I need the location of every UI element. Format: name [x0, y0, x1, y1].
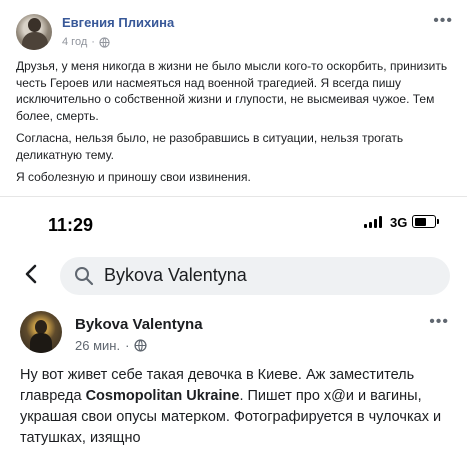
post-meta: 4 год ·: [62, 36, 110, 48]
post-paragraph: Согласна, нельзя было, не разобравшись в…: [16, 131, 404, 162]
signal-icon: [364, 216, 383, 228]
search-icon: [75, 267, 94, 286]
back-arrow-icon[interactable]: [22, 263, 40, 285]
author-name[interactable]: Bykova Valentyna: [75, 316, 203, 333]
post-body: Друзья, у меня никогда в жизни не было м…: [16, 58, 456, 192]
dot-separator: ·: [91, 36, 95, 48]
globe-icon: [99, 36, 110, 48]
post-time[interactable]: 26 мин.: [75, 338, 120, 353]
apology-post: Евгения Плихина 4 год · ••• Друзья, у ме…: [0, 0, 467, 196]
author-name[interactable]: Евгения Плихина: [62, 15, 174, 30]
avatar-head: [28, 18, 41, 32]
post-paragraph: Друзья, у меня никогда в жизни не было м…: [16, 59, 448, 123]
network-type: 3G: [390, 215, 408, 230]
battery-icon: [412, 215, 439, 228]
avatar-head: [35, 320, 47, 334]
post-time[interactable]: 4 год: [62, 36, 87, 48]
avatar-shoulders: [22, 32, 48, 50]
avatar-body: [30, 333, 52, 353]
battery-level: [414, 217, 426, 226]
embedded-phone-screenshot: 11:29 3G Bykova Valentyna Bykova Valenty…: [0, 196, 467, 446]
post-text-bold: Cosmopolitan Ukraine: [85, 388, 240, 404]
globe-icon: [134, 339, 147, 352]
dot-separator: ·: [125, 338, 130, 353]
search-query[interactable]: Bykova Valentyna: [104, 265, 247, 286]
more-dots-icon[interactable]: •••: [433, 12, 453, 30]
post-paragraph: Я соболезную и приношу свои извинения.: [16, 170, 251, 184]
post-body: Ну вот живет себе такая девочка в Киеве.…: [20, 365, 460, 449]
author-avatar[interactable]: [16, 14, 52, 50]
post-meta: 26 мин. ·: [75, 338, 147, 353]
search-bar[interactable]: Bykova Valentyna: [60, 257, 450, 295]
author-avatar[interactable]: [20, 311, 62, 353]
more-dots-icon[interactable]: •••: [429, 313, 449, 331]
battery-nub: [437, 219, 439, 224]
status-time: 11:29: [48, 215, 94, 235]
